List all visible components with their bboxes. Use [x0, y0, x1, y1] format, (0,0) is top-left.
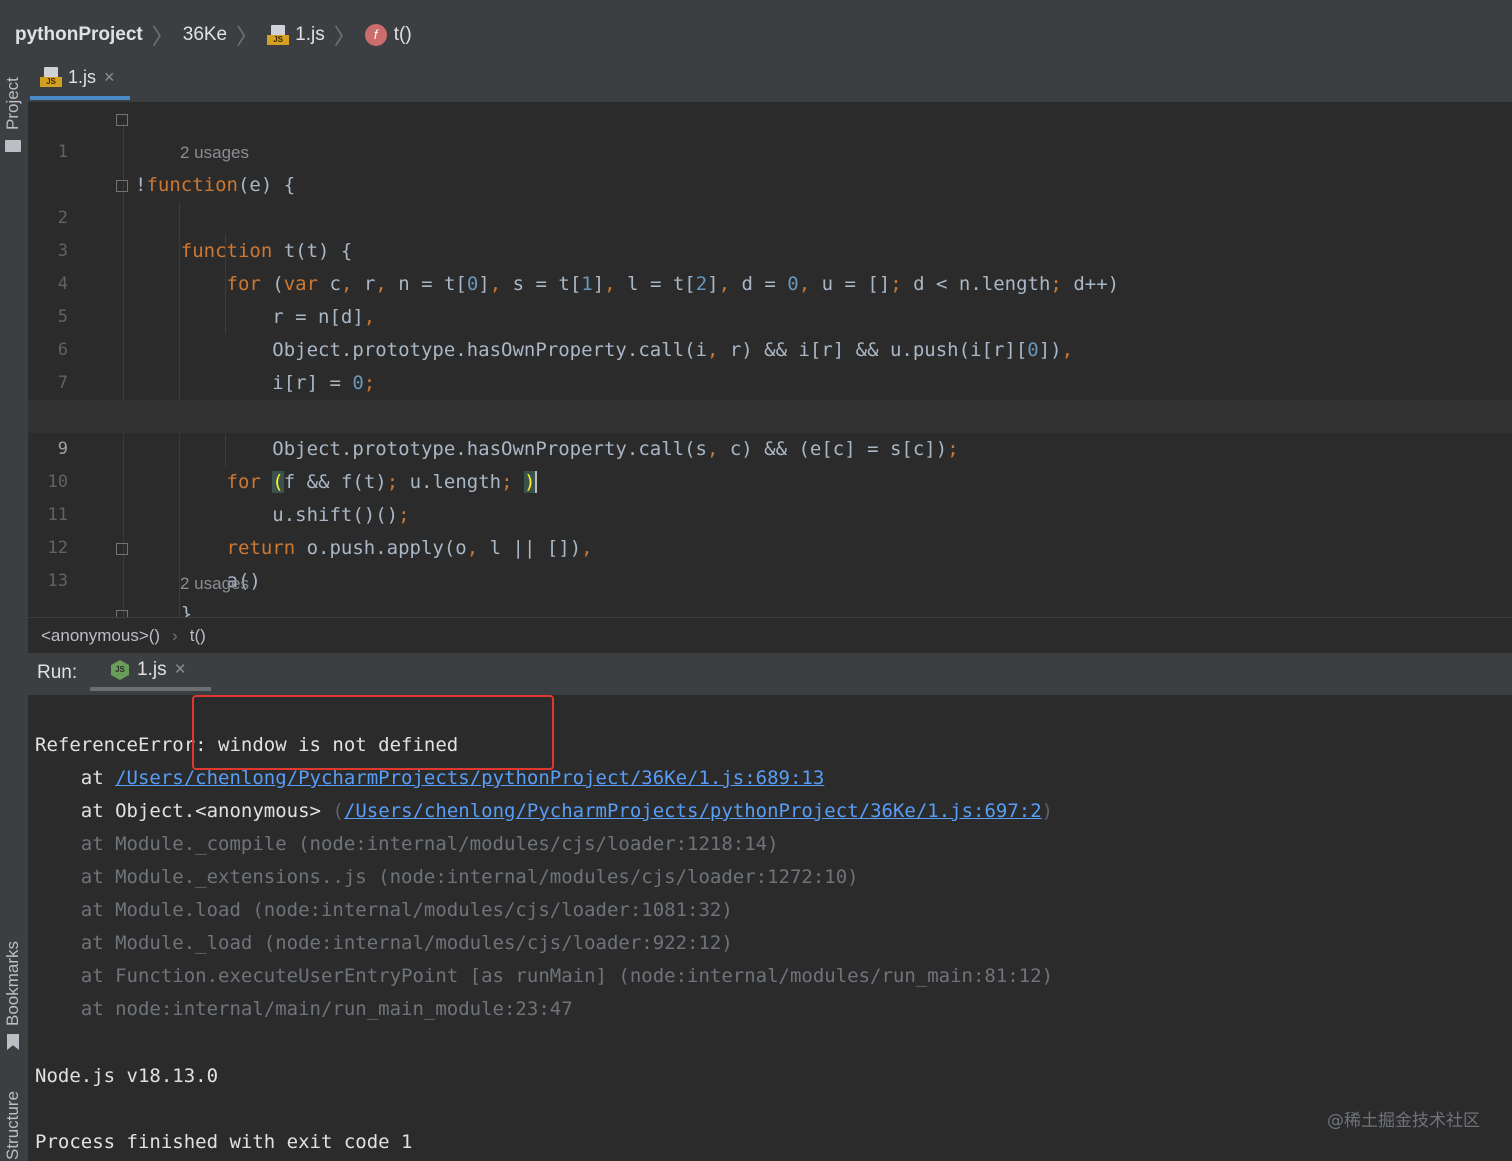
bookmarks-tool-button[interactable]: Bookmarks — [3, 941, 23, 1026]
folder-icon — [5, 140, 21, 152]
run-tab-label: 1.js — [137, 659, 167, 680]
left-tool-strip: Project Bookmarks Structure — [0, 58, 29, 1161]
fold-icon[interactable] — [116, 114, 128, 126]
console-stack-line-internal: at Module._load (node:internal/modules/c… — [35, 932, 733, 954]
console-stack-line: at Object.<anonymous> (/Users/chenlong/P… — [35, 800, 1054, 822]
js-file-icon: JS — [267, 25, 290, 45]
run-toolbar: Run: JS 1.js × — [28, 653, 1512, 696]
usage-hint[interactable]: 2 usages — [180, 567, 249, 600]
editor-tab-bar: JS 1.js × — [28, 58, 1512, 103]
close-icon[interactable]: × — [175, 659, 186, 681]
run-label: Run: — [37, 662, 78, 683]
editor-breadcrumb-function[interactable]: t() — [190, 626, 206, 646]
console-stack-line-internal: at Function.executeUserEntryPoint [as ru… — [35, 965, 1054, 987]
breadcrumb-project[interactable]: pythonProject — [15, 24, 143, 46]
project-tool-button[interactable]: Project — [3, 77, 23, 130]
structure-tool-button[interactable]: Structure — [3, 1091, 23, 1160]
watermark: @稀土掘金技术社区 — [1327, 1111, 1480, 1131]
breadcrumb-function[interactable]: f t() — [364, 24, 412, 46]
code-editor[interactable]: 1 !function(e) { 2 usages 2 function t(t… — [28, 102, 1512, 617]
close-icon[interactable]: × — [104, 67, 115, 88]
code-line: 3 for (var c, r, n = t[0], s = t[1], l =… — [57, 241, 1120, 295]
editor-breadcrumb: <anonymous>() › t() — [28, 617, 1512, 653]
code-line-current: 9 for (f && f(t); u.length; ) — [28, 400, 1512, 493]
code-line: 6 i[r] = 0; — [57, 340, 376, 394]
console-stack-line-internal: at Module.load (node:internal/modules/cj… — [35, 899, 733, 921]
stack-link[interactable]: /Users/chenlong/PycharmProjects/pythonPr… — [115, 767, 824, 789]
breadcrumb-folder[interactable]: 36Ke — [183, 24, 227, 46]
breadcrumb-file[interactable]: JS 1.js — [267, 24, 325, 46]
console-node-version: Node.js v18.13.0 — [35, 1065, 219, 1087]
code-line: 8 Object.prototype.hasOwnProperty.call(s… — [58, 406, 959, 460]
fold-icon[interactable] — [116, 180, 128, 192]
editor-tab-label: 1.js — [68, 66, 97, 87]
breadcrumb-function-label: t() — [393, 24, 412, 45]
editor-breadcrumb-scope[interactable]: <anonymous>() — [41, 626, 160, 646]
chevron-right-icon: › — [172, 625, 178, 645]
code-line: 1 !function(e) { — [57, 142, 296, 196]
function-icon: f — [364, 24, 387, 46]
run-tab-1js[interactable]: JS 1.js × — [90, 653, 211, 691]
console-stack-line-internal: at Module._extensions..js (node:internal… — [35, 866, 859, 888]
console-stack-line-internal: at Module._compile (node:internal/module… — [35, 833, 779, 855]
code-line: 7 for (c in s) — [57, 373, 364, 427]
bookmark-icon — [7, 1034, 19, 1050]
fold-icon[interactable] — [116, 610, 128, 617]
console-stack-line: at /Users/chenlong/PycharmProjects/pytho… — [35, 767, 825, 789]
code-line: 4 r = n[d], — [57, 274, 376, 328]
code-line: 5 Object.prototype.hasOwnProperty.call(i… — [57, 307, 1074, 361]
nodejs-icon: JS — [111, 660, 129, 680]
code-line: 13 } — [47, 571, 193, 617]
editor-tab-1js[interactable]: JS 1.js × — [30, 58, 130, 100]
usage-hint[interactable]: 2 usages — [180, 136, 249, 169]
run-console[interactable]: ReferenceError: window is not defined at… — [28, 695, 1512, 1161]
code-line: 11 return o.push.apply(o, l || []), — [47, 505, 593, 559]
chevron-right-icon: 〉 — [236, 24, 259, 49]
console-stack-line-internal: at node:internal/main/run_main_module:23… — [35, 998, 573, 1020]
chevron-right-icon: 〉 — [151, 24, 174, 49]
stack-link[interactable]: /Users/chenlong/PycharmProjects/pythonPr… — [344, 800, 1042, 822]
code-line: 2 function t(t) { — [57, 208, 353, 262]
breadcrumb-file-label: 1.js — [295, 24, 325, 45]
js-file-icon: JS — [40, 67, 62, 87]
code-line: 10 u.shift()(); — [47, 472, 410, 526]
code-line: 14 function a() { — [28, 599, 1512, 617]
code-line: 12 a() — [47, 538, 261, 592]
console-exit-line: Process finished with exit code 1 — [35, 1131, 413, 1153]
fold-icon[interactable] — [116, 543, 128, 555]
chevron-right-icon: 〉 — [333, 24, 356, 49]
error-highlight-box — [192, 695, 554, 770]
